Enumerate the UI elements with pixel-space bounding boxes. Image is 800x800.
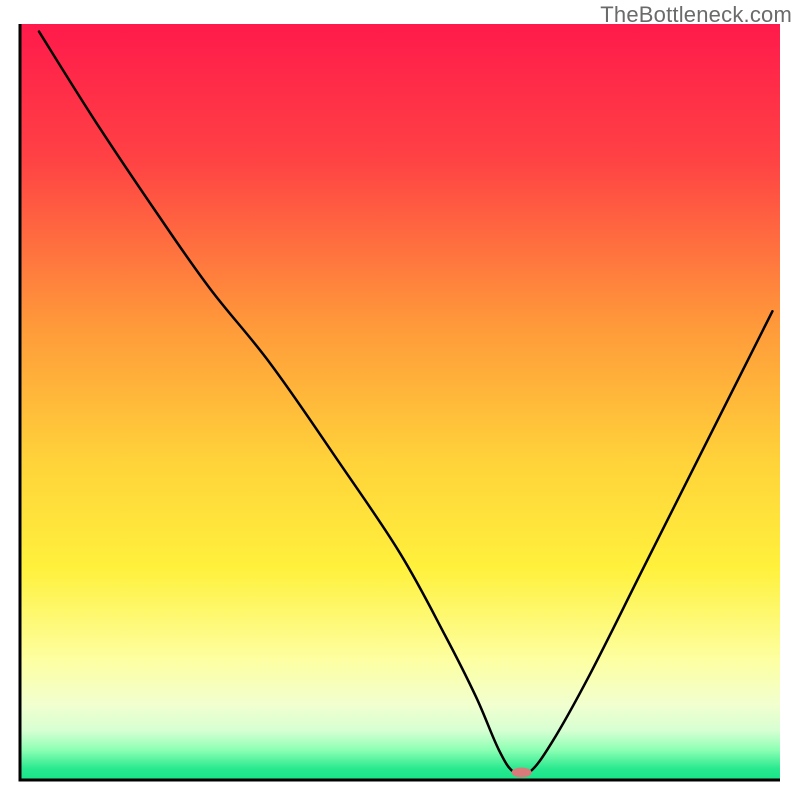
bottleneck-chart (0, 0, 800, 800)
chart-container: TheBottleneck.com (0, 0, 800, 800)
gradient-background (20, 24, 780, 780)
optimal-point-marker (512, 767, 532, 777)
